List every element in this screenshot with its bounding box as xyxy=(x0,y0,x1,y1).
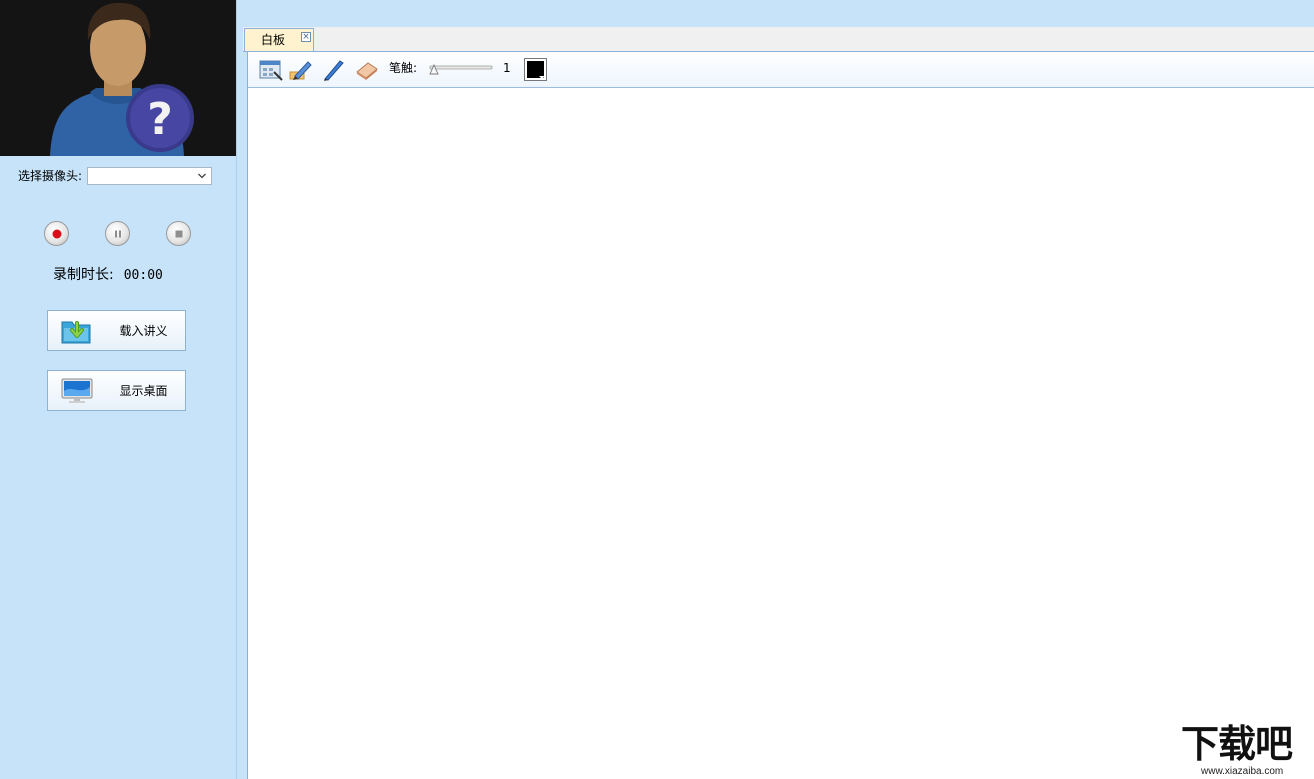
camera-preview: ? xyxy=(0,0,236,156)
unknown-user-avatar-icon: ? xyxy=(50,2,194,156)
tab-whiteboard-label: 白板 xyxy=(261,33,286,47)
eraser-icon[interactable] xyxy=(355,59,379,81)
stroke-width-slider[interactable] xyxy=(426,61,494,77)
load-lecture-label: 载入讲义 xyxy=(119,324,168,338)
monitor-icon xyxy=(61,378,93,403)
camera-select-label: 选择摄像头: xyxy=(18,169,83,183)
whiteboard-toolbar: 笔触: 1 xyxy=(248,52,1314,88)
record-duration-label: 录制时长: xyxy=(53,267,114,283)
stroke-width-value: 1 xyxy=(503,61,511,75)
close-icon[interactable]: × xyxy=(301,32,311,42)
load-lecture-button[interactable]: 载入讲义 xyxy=(47,310,186,351)
watermark-brand: 下载吧 xyxy=(1181,722,1293,766)
whiteboard-settings-icon[interactable] xyxy=(259,59,283,81)
pause-icon xyxy=(114,230,121,237)
watermark-logo: 下载吧 www.xiazaiba.com xyxy=(1179,722,1312,779)
pen-color-picker[interactable] xyxy=(524,58,547,81)
dropdown-arrow-icon xyxy=(539,76,545,79)
whiteboard-canvas[interactable]: 笔触: 1 xyxy=(247,52,1314,779)
record-duration: 录制时长: 00:00 xyxy=(53,266,163,285)
panel-divider xyxy=(236,0,237,779)
pen-icon[interactable] xyxy=(321,59,345,81)
stop-button[interactable] xyxy=(166,221,191,246)
watermark-url: www.xiazaiba.com xyxy=(1201,766,1284,777)
show-desktop-button[interactable]: 显示桌面 xyxy=(47,370,186,411)
chevron-down-icon xyxy=(198,173,206,179)
stop-icon xyxy=(175,230,182,237)
svg-text:?: ? xyxy=(147,94,173,145)
load-lecture-icon xyxy=(61,321,91,344)
tab-strip: 白板 × xyxy=(243,27,1314,52)
record-duration-value: 00:00 xyxy=(123,268,163,283)
stroke-width-label: 笔触: xyxy=(389,61,418,75)
highlighter-icon[interactable] xyxy=(289,59,313,81)
camera-select[interactable] xyxy=(87,167,212,185)
pause-button[interactable] xyxy=(105,221,130,246)
record-button[interactable] xyxy=(44,221,69,246)
show-desktop-label: 显示桌面 xyxy=(119,384,168,398)
left-panel: ? 选择摄像头: 录制时长: 00:00 载入讲义 显示桌面 xyxy=(0,0,236,779)
record-icon xyxy=(52,229,61,238)
tab-whiteboard[interactable]: 白板 × xyxy=(244,28,314,51)
